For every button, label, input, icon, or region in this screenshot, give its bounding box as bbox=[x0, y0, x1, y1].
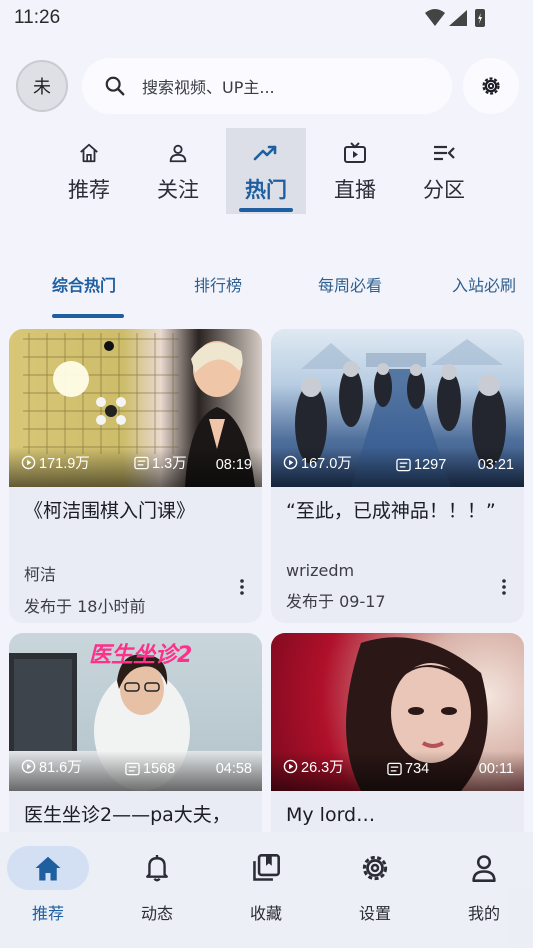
video-thumbnail: 医生坐诊2 81.6万 1568 04:58 bbox=[9, 633, 262, 791]
video-author[interactable]: 柯洁 bbox=[9, 561, 262, 585]
view-count: 26.3万 bbox=[283, 756, 344, 777]
bottom-nav-favorites[interactable]: 收藏 bbox=[221, 846, 311, 924]
bottom-nav-label: 设置 bbox=[358, 904, 391, 923]
person-icon bbox=[167, 140, 189, 166]
danmaku-icon bbox=[125, 762, 140, 776]
video-thumbnail: 167.0万 1297 03:21 bbox=[271, 329, 524, 487]
view-count: 167.0万 bbox=[283, 452, 352, 473]
video-card[interactable]: 171.9万 1.3万 08:19 《柯洁围棋入门课》 柯洁 发布于 18小时前 bbox=[9, 329, 262, 623]
search-bar[interactable]: 搜索视频、UP主... bbox=[82, 58, 452, 114]
danmaku-icon bbox=[387, 762, 402, 776]
play-circle-icon bbox=[21, 759, 36, 774]
bottom-nav-updates[interactable]: 动态 bbox=[112, 846, 202, 924]
subtab-overall-hot[interactable]: 综合热门 bbox=[52, 272, 116, 296]
video-card[interactable]: 医生坐诊2 81.6万 1568 04:58 医生坐诊2——pa大夫， bbox=[9, 633, 262, 848]
status-bar: 11:26 bbox=[0, 0, 533, 36]
video-card[interactable]: 167.0万 1297 03:21 “至此，已成神品！！！” wrizedm 发… bbox=[271, 329, 524, 623]
bottom-nav-me[interactable]: 我的 bbox=[439, 846, 529, 924]
bottom-nav: 推荐 动态 收藏 设置 我的 bbox=[0, 832, 533, 948]
home-icon bbox=[78, 140, 100, 166]
publish-time: 发布于 18小时前 bbox=[24, 597, 146, 616]
view-count: 81.6万 bbox=[21, 756, 82, 777]
avatar[interactable]: 未 bbox=[16, 60, 68, 112]
bell-icon bbox=[116, 846, 198, 890]
tab-categories[interactable]: 分区 bbox=[404, 128, 484, 214]
person-icon bbox=[443, 846, 525, 890]
video-thumbnail: 26.3万 734 00:11 bbox=[271, 633, 524, 791]
tab-label: 关注 bbox=[157, 178, 199, 202]
trending-icon bbox=[253, 140, 279, 166]
danmaku-count: 734 bbox=[387, 761, 429, 777]
bottom-nav-recommend[interactable]: 推荐 bbox=[3, 846, 93, 924]
status-time: 11:26 bbox=[14, 7, 61, 28]
duration: 04:58 bbox=[215, 761, 252, 777]
video-title: 医生坐诊2——pa大夫， bbox=[24, 804, 231, 826]
bottom-nav-label: 推荐 bbox=[31, 904, 64, 923]
settings-button[interactable] bbox=[463, 58, 519, 114]
gear-icon bbox=[334, 846, 416, 890]
top-nav: 推荐 关注 热门 直播 分区 bbox=[0, 128, 533, 218]
bottom-nav-label: 我的 bbox=[467, 904, 500, 923]
tab-recommend[interactable]: 推荐 bbox=[49, 128, 129, 214]
publish-time: 发布于 09-17 bbox=[286, 592, 386, 611]
bottom-nav-label: 收藏 bbox=[249, 904, 282, 923]
play-circle-icon bbox=[283, 759, 298, 774]
danmaku-icon bbox=[134, 456, 149, 469]
play-circle-icon bbox=[283, 455, 298, 470]
search-icon bbox=[105, 76, 125, 96]
more-options-icon[interactable] bbox=[502, 579, 506, 599]
bottom-nav-label: 动态 bbox=[140, 904, 173, 923]
video-author[interactable]: wrizedm bbox=[271, 561, 524, 580]
active-tab-indicator bbox=[239, 208, 293, 212]
tab-label: 分区 bbox=[423, 178, 465, 202]
video-stats: 171.9万 1.3万 08:19 bbox=[9, 447, 262, 487]
tab-label: 热门 bbox=[245, 178, 287, 202]
subtab-must-watch[interactable]: 入站必刷 bbox=[452, 272, 516, 296]
home-icon bbox=[7, 846, 89, 890]
tab-label: 直播 bbox=[334, 178, 376, 202]
system-icons bbox=[423, 7, 493, 33]
gear-icon bbox=[482, 77, 500, 95]
view-count: 171.9万 bbox=[21, 452, 90, 473]
avatar-text: 未 bbox=[33, 77, 51, 98]
danmaku-icon bbox=[396, 458, 411, 472]
wifi-icon bbox=[425, 9, 445, 26]
tab-live[interactable]: 直播 bbox=[315, 128, 395, 214]
video-thumbnail: 171.9万 1.3万 08:19 bbox=[9, 329, 262, 487]
danmaku-count: 1.3万 bbox=[134, 452, 187, 473]
tab-following[interactable]: 关注 bbox=[138, 128, 218, 214]
signal-icon bbox=[449, 10, 467, 26]
video-stats: 81.6万 1568 04:58 bbox=[9, 751, 262, 791]
video-stats: 26.3万 734 00:11 bbox=[271, 751, 524, 791]
thumbnail-caption: 医生坐诊2 bbox=[89, 643, 193, 668]
bottom-nav-settings[interactable]: 设置 bbox=[330, 846, 420, 924]
duration: 00:11 bbox=[478, 761, 514, 777]
video-title: “至此，已成神品！！！” bbox=[286, 500, 496, 522]
danmaku-count: 1297 bbox=[396, 457, 446, 473]
danmaku-count: 1568 bbox=[125, 761, 175, 777]
tab-hot[interactable]: 热门 bbox=[226, 128, 306, 214]
subtab-ranking[interactable]: 排行榜 bbox=[194, 272, 242, 296]
video-title: My lord… bbox=[286, 804, 376, 826]
video-card[interactable]: 26.3万 734 00:11 My lord… bbox=[271, 633, 524, 848]
collection-icon bbox=[225, 846, 307, 890]
subtab-weekly[interactable]: 每周必看 bbox=[318, 272, 382, 296]
video-stats: 167.0万 1297 03:21 bbox=[271, 447, 524, 487]
play-circle-icon bbox=[21, 455, 36, 470]
search-placeholder: 搜索视频、UP主... bbox=[142, 78, 275, 97]
tab-label: 推荐 bbox=[68, 178, 110, 202]
category-list-icon bbox=[432, 140, 456, 166]
sub-tabs: 综合热门 排行榜 每周必看 入站必刷 bbox=[0, 262, 533, 322]
video-title: 《柯洁围棋入门课》 bbox=[24, 500, 196, 522]
more-options-icon[interactable] bbox=[240, 579, 244, 599]
duration: 03:21 bbox=[477, 457, 514, 473]
subtab-indicator bbox=[52, 314, 124, 318]
tv-icon bbox=[343, 140, 367, 166]
duration: 08:19 bbox=[215, 457, 252, 473]
